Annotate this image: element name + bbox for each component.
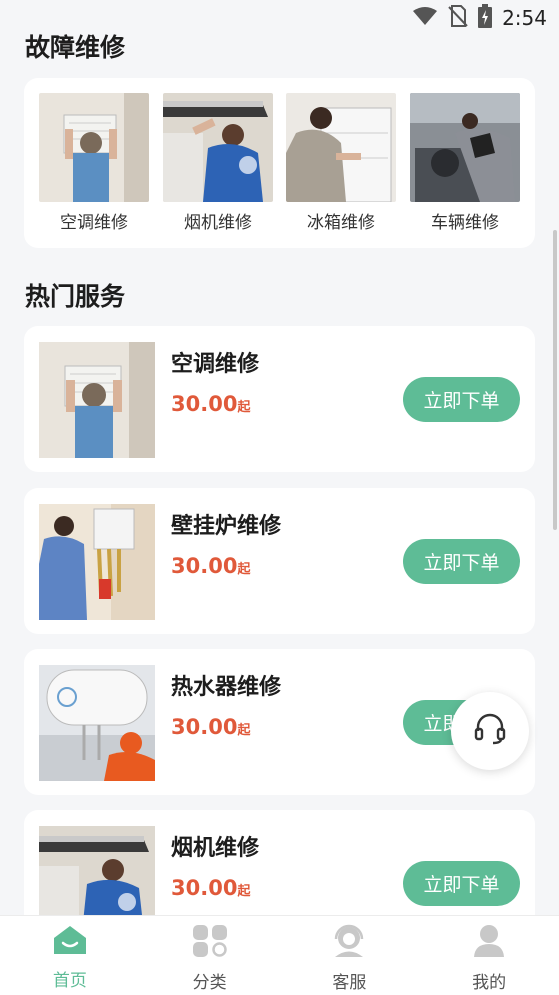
- tab-label: 分类: [192, 973, 227, 993]
- price-suffix: 起: [237, 723, 251, 738]
- service-price: 30.00起: [171, 715, 250, 739]
- service-price: 30.00起: [171, 876, 250, 900]
- service-price: 30.00起: [171, 392, 250, 416]
- fault-item-vehicle[interactable]: 车辆维修: [410, 93, 520, 233]
- fault-item-ac[interactable]: 空调维修: [39, 93, 149, 233]
- ac-repair-photo: [39, 93, 149, 202]
- no-sim-icon: [448, 5, 468, 31]
- battery-charging-icon: [478, 4, 493, 32]
- home-icon: [52, 924, 88, 960]
- fault-section-title: 故障维修: [25, 33, 126, 62]
- service-name: 空调维修: [171, 352, 260, 377]
- floating-customer-service-button[interactable]: [451, 692, 529, 770]
- bottom-tab-bar: 首页 分类 客服 我的: [0, 915, 559, 995]
- fault-item-fridge[interactable]: 冰箱维修: [286, 93, 396, 233]
- service-card-wall-boiler[interactable]: 壁挂炉维修 30.00起 立即下单: [24, 488, 535, 634]
- hot-section-title: 热门服务: [25, 282, 126, 311]
- profile-icon: [471, 924, 507, 962]
- price-value: 30.00: [171, 554, 238, 578]
- service-price: 30.00起: [171, 554, 250, 578]
- scrollbar[interactable]: [553, 230, 557, 530]
- tab-label: 客服: [332, 973, 367, 993]
- status-time: 2:54: [502, 6, 547, 30]
- order-now-button[interactable]: 立即下单: [403, 861, 520, 906]
- price-value: 30.00: [171, 392, 238, 416]
- vehicle-repair-photo: [410, 93, 520, 202]
- fridge-repair-photo: [286, 93, 396, 202]
- price-suffix: 起: [237, 562, 251, 577]
- fault-category-card: 空调维修 烟机维修 冰箱维修 车辆维修: [24, 78, 535, 248]
- order-now-button[interactable]: 立即下单: [403, 377, 520, 422]
- tab-home[interactable]: 首页: [0, 916, 140, 995]
- order-now-button[interactable]: 立即下单: [403, 539, 520, 584]
- price-suffix: 起: [237, 400, 251, 415]
- wifi-icon: [412, 6, 438, 30]
- tab-profile[interactable]: 我的: [419, 916, 559, 995]
- tab-customer-service[interactable]: 客服: [280, 916, 420, 995]
- price-value: 30.00: [171, 715, 238, 739]
- fault-item-label: 空调维修: [60, 213, 128, 233]
- fault-item-range-hood[interactable]: 烟机维修: [163, 93, 273, 233]
- fault-item-label: 车辆维修: [431, 213, 499, 233]
- wall-boiler-repair-photo: [39, 504, 155, 620]
- ac-repair-photo: [39, 342, 155, 458]
- tab-category[interactable]: 分类: [140, 916, 280, 995]
- water-heater-repair-photo: [39, 665, 155, 781]
- service-name: 壁挂炉维修: [171, 514, 282, 539]
- category-icon: [192, 924, 228, 962]
- tab-label: 首页: [52, 971, 87, 991]
- fault-item-label: 烟机维修: [184, 213, 252, 233]
- fault-item-label: 冰箱维修: [307, 213, 375, 233]
- customer-service-icon: [331, 924, 367, 962]
- headset-icon: [473, 712, 507, 750]
- service-name: 热水器维修: [171, 675, 282, 700]
- range-hood-repair-photo: [163, 93, 273, 202]
- service-card-ac[interactable]: 空调维修 30.00起 立即下单: [24, 326, 535, 472]
- service-name: 烟机维修: [171, 836, 260, 861]
- tab-label: 我的: [472, 973, 507, 993]
- price-value: 30.00: [171, 876, 238, 900]
- price-suffix: 起: [237, 884, 251, 899]
